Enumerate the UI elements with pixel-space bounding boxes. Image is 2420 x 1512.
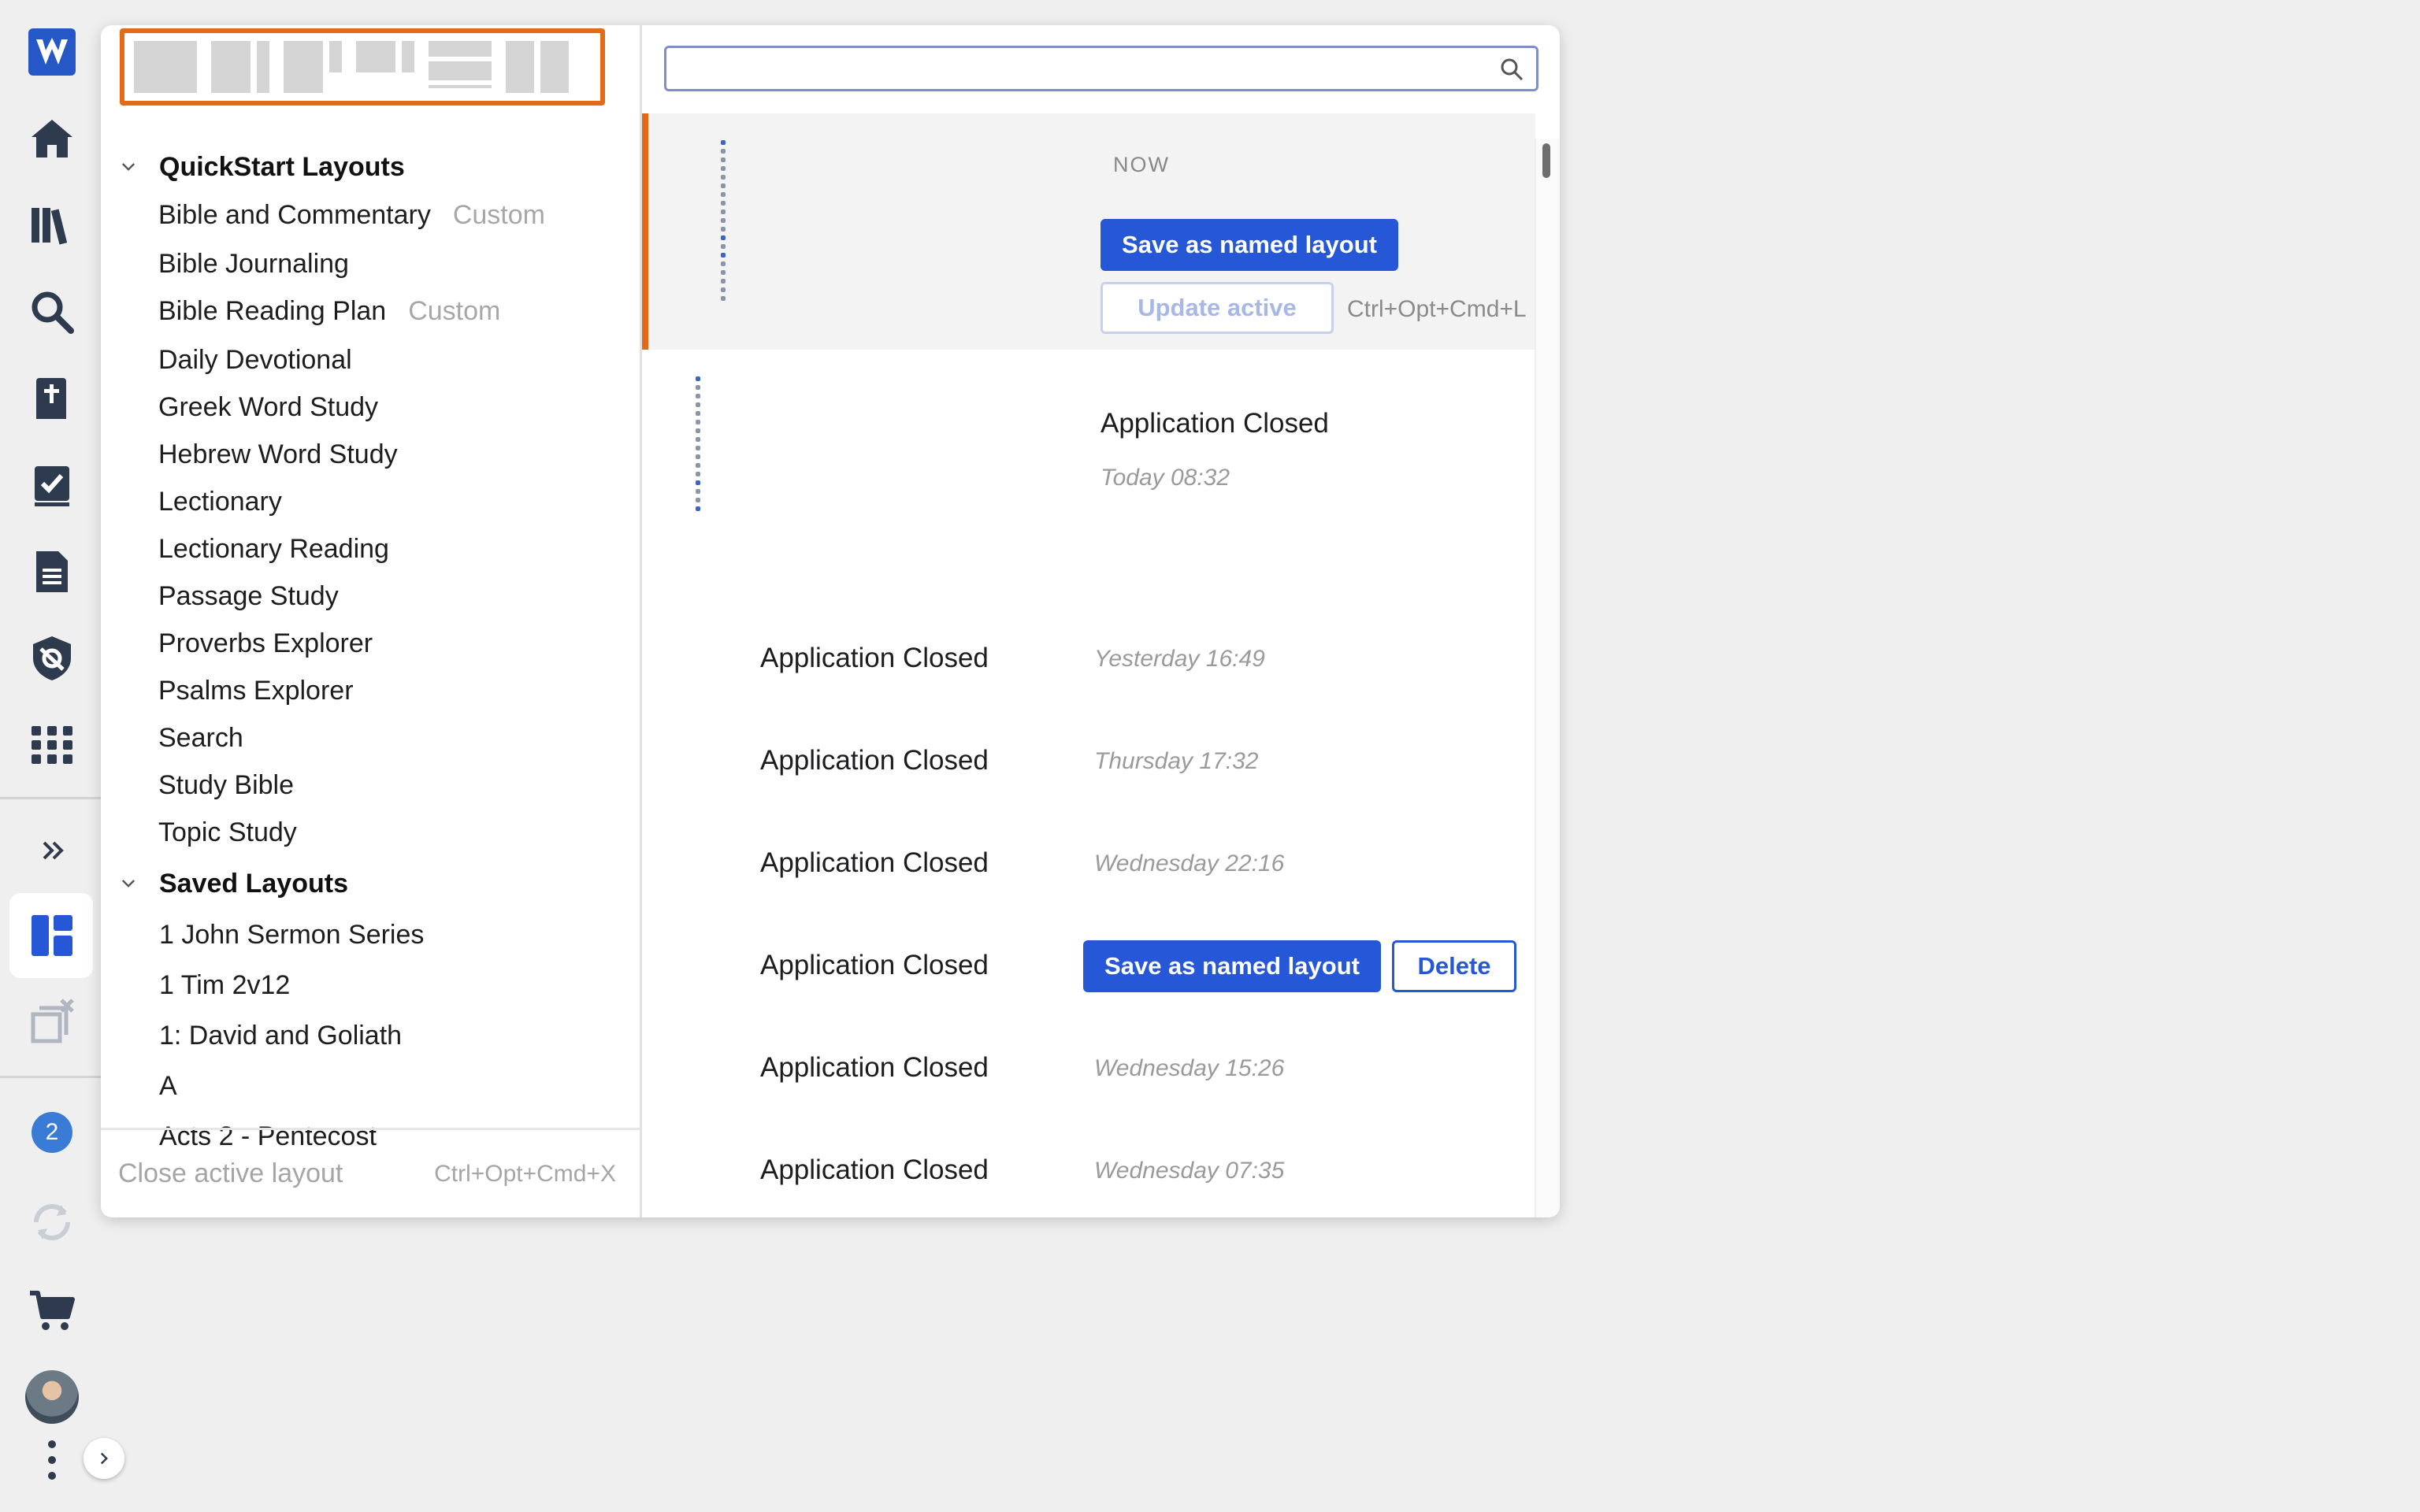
home-icon[interactable] [24,110,80,167]
saved-layout-item[interactable]: 1: David and Goliath [159,1021,402,1051]
sync-icon[interactable] [24,1194,80,1251]
layout-two-column-icon[interactable] [211,41,269,93]
history-entry-time: Today 08:32 [1101,465,1230,491]
history-list: NOW Save as named layout Update active C… [642,113,1535,1217]
quickstart-group-header[interactable]: QuickStart Layouts [117,143,405,191]
layout-item[interactable]: Bible Reading Plan Custom [158,296,500,327]
avatar[interactable] [25,1370,79,1424]
layout-item[interactable]: Lectionary [158,487,282,517]
layout-item[interactable]: Proverbs Explorer [158,628,373,659]
layouts-tree: QuickStart Layouts Bible and Commentary C… [101,117,640,1150]
library-icon[interactable] [24,197,80,254]
history-entry-time: Wednesday 22:16 [1094,850,1285,876]
search-input[interactable] [677,48,1484,89]
delete-button[interactable]: Delete [1392,940,1516,992]
history-entry-time: Wednesday 07:35 [1094,1158,1285,1184]
layout-item[interactable]: Bible and Commentary Custom [158,200,545,231]
layout-item[interactable]: Greek Word Study [158,392,378,423]
close-shortcut: Ctrl+Opt+Cmd+X [434,1160,616,1187]
save-as-named-layout-button[interactable]: Save as named layout [1083,940,1381,992]
layout-thumbnail [719,140,727,305]
layout-item[interactable]: Lectionary Reading [158,534,389,565]
document-icon[interactable] [24,543,80,600]
layouts-footer: Close active layout Ctrl+Opt+Cmd+X [101,1128,640,1217]
history-entry-title[interactable]: Application Closed [760,847,989,879]
update-active-button[interactable]: Update active [1101,282,1334,334]
layouts-icon[interactable] [24,907,80,964]
chevron-down-icon [117,872,140,895]
bible-icon[interactable] [24,370,80,427]
layout-templates-toolbar [120,28,605,106]
saved-group-title: Saved Layouts [159,868,348,899]
layout-rows-icon[interactable] [429,41,492,93]
history-entry-time: Wednesday 15:26 [1094,1055,1285,1081]
quickstart-group-title: QuickStart Layouts [159,151,405,182]
layout-item[interactable]: Study Bible [158,770,294,801]
custom-tag: Custom [452,200,545,230]
close-active-layout-button[interactable]: Close active layout [118,1158,343,1189]
apps-grid-icon[interactable] [24,717,80,773]
layout-item[interactable]: Passage Study [158,581,339,612]
checklist-icon[interactable] [24,457,80,513]
save-as-named-layout-button[interactable]: Save as named layout [1101,219,1398,271]
close-windows-icon[interactable] [24,994,80,1051]
now-label: NOW [1113,153,1170,176]
update-shortcut: Ctrl+Opt+Cmd+L [1347,296,1527,322]
history-entry-title[interactable]: Application Closed [760,950,989,981]
history-entry-time: Thursday 17:32 [1094,748,1259,774]
saved-layout-item[interactable]: 1 Tim 2v12 [159,970,290,1001]
history-scrollbar-track[interactable] [1535,139,1560,1217]
history-entry-title[interactable]: Application Closed [760,643,989,674]
saved-group-header[interactable]: Saved Layouts [117,860,348,907]
layout-side-by-side-icon[interactable] [506,41,569,93]
layouts-list-column: QuickStart Layouts Bible and Commentary C… [101,25,642,1217]
layouts-panel: QuickStart Layouts Bible and Commentary C… [101,25,1560,1217]
layout-item[interactable]: Psalms Explorer [158,676,354,706]
layout-item[interactable]: Daily Devotional [158,345,352,376]
search-icon [1501,58,1524,81]
layout-item[interactable]: Topic Study [158,817,297,848]
rail-expand-button[interactable] [84,1438,124,1479]
history-scrollbar-thumb[interactable] [1542,143,1550,178]
layout-item[interactable]: Hebrew Word Study [158,439,398,470]
history-entry-title[interactable]: Application Closed [760,1154,989,1186]
history-now-row[interactable]: NOW Save as named layout Update active C… [642,113,1535,350]
history-column: NOW Save as named layout Update active C… [642,25,1560,1217]
search-icon[interactable] [24,284,80,340]
layout-single-icon[interactable] [134,41,197,93]
layout-item[interactable]: Bible Journaling [158,249,349,280]
history-entry-title[interactable]: Application Closed [760,745,989,776]
notifications-badge[interactable]: 2 [32,1112,72,1153]
layout-grid-icon[interactable] [356,41,414,93]
layout-item[interactable]: Search [158,723,243,754]
history-entry-title[interactable]: Application Closed [1101,408,1329,439]
shield-eye-icon[interactable] [24,630,80,687]
saved-layout-item[interactable]: A [159,1071,177,1102]
search-field[interactable] [664,46,1538,91]
app-rail: 2 [0,0,124,1512]
more-icon[interactable] [24,1432,80,1488]
layout-column-stack-icon[interactable] [284,41,342,93]
logos-icon[interactable] [24,24,80,80]
saved-layout-item[interactable]: 1 John Sermon Series [159,920,424,951]
history-entry-title[interactable]: Application Closed [760,1052,989,1084]
history-entry-time: Yesterday 16:49 [1094,646,1265,672]
chevron-right-icon [100,1452,108,1465]
custom-tag: Custom [408,296,501,326]
chevron-down-icon [117,155,140,179]
cart-icon[interactable] [24,1282,80,1339]
layout-thumbnail [694,376,702,515]
expand-double-chevron-icon[interactable] [24,822,80,879]
